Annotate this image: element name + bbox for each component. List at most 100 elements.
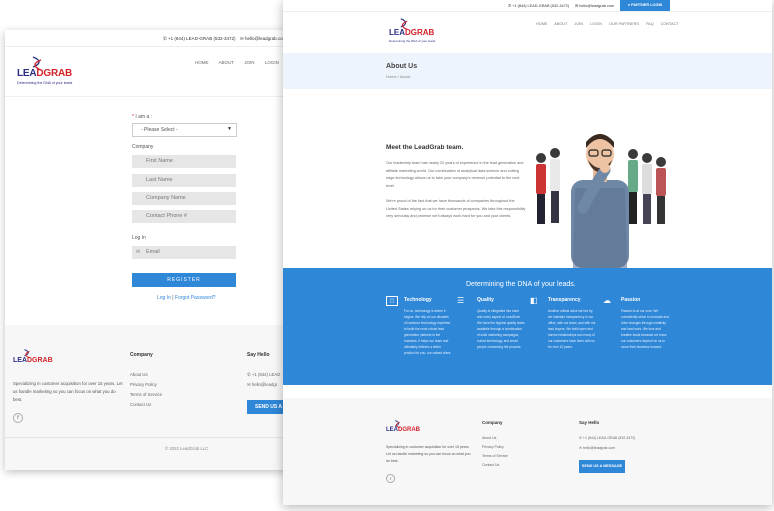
page-title-bar: About Us Home / About [283,53,772,89]
nav-login[interactable]: LOGIN [265,60,279,65]
footer-logo-wordmark: LEADGRAB [386,427,420,433]
role-select[interactable]: - Please Select - ▼ [132,123,237,137]
feature-text: For us, technology is where it begins. W… [404,309,452,355]
partner-login-button[interactable]: ● PARTNER LOGIN [620,0,670,11]
send-message-button[interactable]: SEND US A MESSAGE [579,460,625,473]
about-page-window: ✆ +1 (844) LEAD-GRAB (532-3472) ✉ hello@… [283,0,772,505]
footer-say-hello-title: Say Hello [247,352,270,358]
feature-title: Passion [621,297,641,303]
nav-login[interactable]: LOGIN [590,22,602,26]
main-nav: HOME ABOUT JOIN LOGIN OUR PARTNERS FAQ C… [536,22,679,26]
footer-link-privacy[interactable]: Privacy Policy [130,382,157,387]
topbar-email[interactable]: ✉ hello@leadgrab.com [575,3,614,8]
values-title: Determining the DNA of your leads. [466,281,576,288]
mail-icon: ✉ [575,4,579,8]
logo-tagline: Determining the DNA of your leads [389,39,436,43]
company-label: Company [132,144,154,150]
mail-icon: ✉ [136,249,141,255]
footer: LEADGRAB Specializing in customer acquis… [5,325,305,470]
nav-partners[interactable]: OUR PARTNERS [609,22,639,26]
phone-icon: ✆ [579,436,582,440]
nav-home[interactable]: HOME [536,22,547,26]
footer-link-privacy[interactable]: Privacy Policy [482,445,504,449]
feature-text: Quality is integrated into each and ever… [477,309,525,349]
transparency-icon: ◧ [530,296,538,305]
nav-about[interactable]: ABOUT [219,60,235,65]
nav-home[interactable]: HOME [195,60,209,65]
values-band: Determining the DNA of your leads. ▢ Tec… [283,268,772,385]
login-links: Log In | Forgot Password? [157,295,216,301]
facebook-icon[interactable]: f [13,413,23,423]
nav-contact[interactable]: CONTACT [661,22,679,26]
nav-join[interactable]: JOIN [574,22,583,26]
mail-icon: ✉ [240,36,244,41]
brand-logo[interactable]: LEADGRAB Determining the DNA of your lea… [17,56,97,90]
phone-icon: ✆ [508,4,512,8]
intro-paragraph-1: Our leadership team has nearly 20 years … [386,161,524,188]
footer-logo-wordmark: LEADGRAB [13,357,53,364]
phone-icon: ✆ [247,372,251,377]
logo-wordmark: LEADGRAB [17,68,73,79]
footer: LEADGRAB Specializing in customer acquis… [283,398,772,505]
intro-paragraph-2: We're proud of the fact that we have tho… [386,199,526,218]
feature-text: Another critical value we live by, we ma… [548,309,596,349]
nav-join[interactable]: JOIN [244,60,254,65]
email-placeholder: Email [146,249,160,255]
footer-phone[interactable]: ✆ +1 (844) LEAD [247,372,280,378]
phone-icon: ✆ [163,36,167,41]
footer-description: Specializing in customer acquisition for… [13,381,123,402]
footer-link-terms[interactable]: Terms of Service [130,392,162,397]
chevron-down-icon: ▼ [227,126,232,132]
user-icon: ● [627,3,631,7]
footer-company-title: Company [482,420,503,425]
header-divider [5,96,305,97]
team-photo [536,134,666,268]
topbar-email[interactable]: ✉ hello@leadgrab.com [240,36,286,42]
page-title: About Us [386,63,418,70]
feature-title: Transparency [548,297,581,303]
footer-link-about[interactable]: About Us [482,436,496,440]
forgot-password-link[interactable]: Forgot Password? [175,295,216,301]
footer-logo[interactable]: LEADGRAB [13,349,73,373]
topbar-phone[interactable]: ✆ +1 (844) LEAD-GRAB (532-3472) [163,36,235,42]
brand-logo[interactable]: LEADGRAB Determining the DNA of your lea… [389,18,449,46]
contact-phone-field[interactable]: Contact Phone # [132,210,236,223]
login-link[interactable]: Log In [157,295,171,301]
topbar-divider [5,46,305,47]
facebook-icon[interactable]: f [386,474,395,483]
technology-icon: ▢ [386,296,398,306]
topbar-phone[interactable]: ✆ +1 (844) LEAD-GRAB (532-3472) [508,3,569,8]
last-name-field[interactable]: Last Name [132,174,236,187]
quality-icon: ☰ [457,296,465,305]
main-nav: HOME ABOUT JOIN LOGIN [195,60,279,65]
footer-link-terms[interactable]: Terms of Service [482,454,508,458]
footer-say-hello-title: Say Hello [579,420,600,425]
foreground-man [571,134,629,268]
footer-link-about[interactable]: About Us [130,372,148,377]
footer-link-contact[interactable]: Contact Us [130,402,151,407]
footer-email[interactable]: ✉ hello@leadgrab.com [579,446,615,450]
mail-icon: ✉ [579,446,582,450]
nav-faq[interactable]: FAQ [646,22,654,26]
logo-tagline: Determining the DNA of your leads [17,81,73,85]
breadcrumb[interactable]: Home / About [386,74,410,79]
footer-divider [5,437,305,438]
passion-icon: ☁ [603,296,611,305]
feature-title: Quality [477,297,494,303]
footer-logo[interactable]: LEADGRAB [386,420,436,440]
register-button[interactable]: REGISTER [132,273,236,287]
logo-wordmark: LEADGRAB [389,28,435,37]
nav-about[interactable]: ABOUT [554,22,567,26]
login-label: Log In [132,235,146,241]
first-name-field[interactable]: First Name [132,155,236,168]
intro-title: Meet the LeadGrab team. [386,144,464,151]
footer-email[interactable]: ✉ hello@leadgr [247,382,277,388]
join-page-window: ✆ +1 (844) LEAD-GRAB (532-3472) ✉ hello@… [5,30,305,470]
company-name-field[interactable]: Company Name [132,192,236,205]
topbar-divider [283,11,772,12]
role-select-value: - Please Select - [141,127,178,133]
copyright: © 2022 LeadGrab LLC [165,446,209,451]
email-field[interactable]: ✉ Email [132,246,236,259]
footer-phone[interactable]: ✆ +1 (844) LEAD-GRAB (532-3472) [579,436,635,440]
footer-link-contact[interactable]: Contact Us [482,463,499,467]
